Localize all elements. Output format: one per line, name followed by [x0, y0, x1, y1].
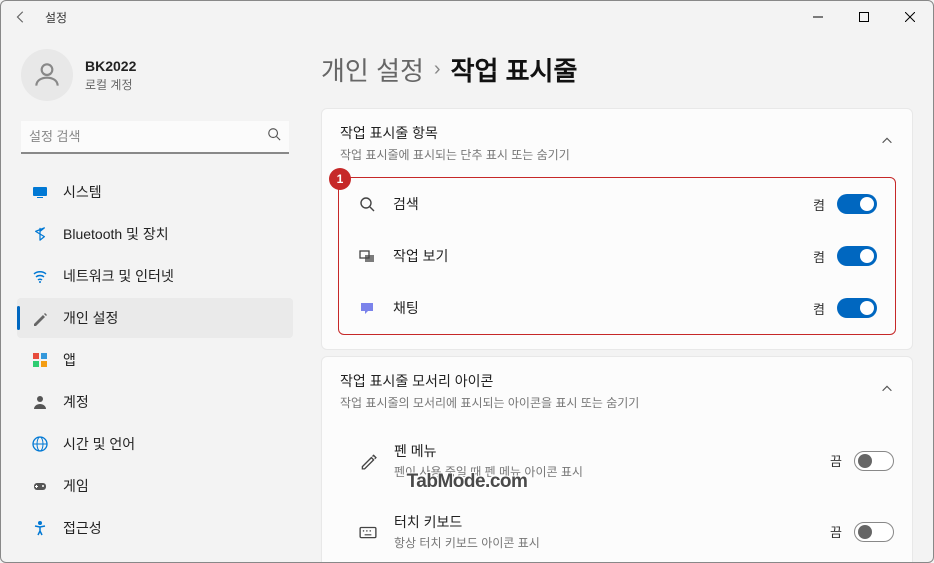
toggle-chat[interactable]: [837, 298, 877, 318]
setting-row-pen: 펜 메뉴 펜이 사용 중일 때 펜 메뉴 아이콘 표시 끔: [322, 425, 912, 496]
setting-label: 검색: [393, 194, 419, 214]
content: 개인 설정 › 작업 표시줄 작업 표시줄 항목 작업 표시줄에 표시되는 단추…: [301, 33, 933, 562]
setting-label: 작업 보기: [393, 246, 448, 266]
network-icon: [31, 267, 49, 285]
window-controls: [795, 1, 933, 33]
nav-item-system[interactable]: 시스템: [17, 172, 293, 212]
toggle-search[interactable]: [837, 194, 877, 214]
setting-label: 채팅: [393, 298, 419, 318]
profile-name: BK2022: [85, 58, 136, 74]
nav-label: Bluetooth 및 장치: [63, 224, 169, 244]
time-language-icon: [31, 435, 49, 453]
toggle-touch-keyboard[interactable]: [854, 522, 894, 542]
toggle-state-text: 켬: [813, 299, 825, 318]
app-title: 설정: [45, 9, 67, 26]
chevron-up-icon: [880, 382, 894, 401]
breadcrumb: 개인 설정 › 작업 표시줄: [321, 51, 913, 88]
nav-label: 시간 및 언어: [63, 434, 135, 454]
titlebar: 설정: [1, 1, 933, 33]
search-icon: [357, 194, 377, 214]
gaming-icon: [31, 477, 49, 495]
highlight-annotation: 1 검색 켬: [338, 177, 896, 335]
card-header-items[interactable]: 작업 표시줄 항목 작업 표시줄에 표시되는 단추 표시 또는 숨기기: [322, 109, 912, 177]
toggle-state-text: 켬: [813, 195, 825, 214]
search-box[interactable]: [21, 121, 289, 154]
back-button[interactable]: [9, 5, 33, 29]
card-title: 작업 표시줄 모서리 아이콘: [340, 371, 639, 391]
setting-label: 펜 메뉴: [394, 441, 583, 461]
toggle-state-text: 켬: [813, 247, 825, 266]
setting-label: 터치 키보드: [394, 512, 540, 532]
card-sub: 작업 표시줄에 표시되는 단추 표시 또는 숨기기: [340, 146, 570, 163]
nav-item-time-language[interactable]: 시간 및 언어: [17, 424, 293, 464]
nav-item-accessibility[interactable]: 접근성: [17, 508, 293, 548]
nav-item-bluetooth[interactable]: Bluetooth 및 장치: [17, 214, 293, 254]
pen-icon: [358, 451, 378, 471]
bluetooth-icon: [31, 225, 49, 243]
card-sub: 작업 표시줄의 모서리에 표시되는 아이콘을 표시 또는 숨기기: [340, 394, 639, 411]
card-header-corner[interactable]: 작업 표시줄 모서리 아이콘 작업 표시줄의 모서리에 표시되는 아이콘을 표시…: [322, 357, 912, 425]
task-view-icon: [357, 246, 377, 266]
setting-row-taskview: 작업 보기 켬: [339, 230, 895, 282]
setting-row-chat: 채팅 켬: [339, 282, 895, 334]
accounts-icon: [31, 393, 49, 411]
nav-label: 네트워크 및 인터넷: [63, 266, 174, 286]
nav-label: 앱: [63, 350, 76, 370]
nav-label: 개인 설정: [63, 308, 118, 328]
nav-list: 시스템 Bluetooth 및 장치 네트워크 및 인터넷 개인 설정: [17, 172, 293, 548]
breadcrumb-parent[interactable]: 개인 설정: [321, 51, 424, 88]
touch-keyboard-icon: [358, 522, 378, 542]
sidebar: BK2022 로컬 계정 시스템 Bluetooth 및 장: [1, 33, 301, 562]
nav-label: 접근성: [63, 518, 102, 538]
chat-icon: [357, 298, 377, 318]
nav-label: 시스템: [63, 182, 102, 202]
profile-sub: 로컬 계정: [85, 76, 136, 93]
accessibility-icon: [31, 519, 49, 537]
profile[interactable]: BK2022 로컬 계정: [17, 49, 293, 101]
avatar: [21, 49, 73, 101]
nav-label: 계정: [63, 392, 89, 412]
annotation-badge: 1: [329, 168, 351, 190]
setting-row-search: 검색 켬: [339, 178, 895, 230]
chevron-right-icon: ›: [434, 58, 441, 81]
page-title: 작업 표시줄: [451, 51, 578, 88]
setting-desc: 항상 터치 키보드 아이콘 표시: [394, 534, 540, 551]
maximize-button[interactable]: [841, 1, 887, 33]
nav-item-gaming[interactable]: 게임: [17, 466, 293, 506]
setting-row-touch-keyboard: 터치 키보드 항상 터치 키보드 아이콘 표시 끔: [322, 496, 912, 562]
nav-item-personalization[interactable]: 개인 설정: [17, 298, 293, 338]
nav-item-accounts[interactable]: 계정: [17, 382, 293, 422]
card-title: 작업 표시줄 항목: [340, 123, 570, 143]
nav-label: 게임: [63, 476, 89, 496]
apps-icon: [31, 351, 49, 369]
search-input[interactable]: [29, 129, 267, 144]
toggle-state-text: 끔: [830, 522, 842, 541]
nav-item-network[interactable]: 네트워크 및 인터넷: [17, 256, 293, 296]
personalization-icon: [31, 309, 49, 327]
search-icon[interactable]: [267, 127, 281, 146]
toggle-state-text: 끔: [830, 451, 842, 470]
close-button[interactable]: [887, 1, 933, 33]
toggle-taskview[interactable]: [837, 246, 877, 266]
corner-icons-card: 작업 표시줄 모서리 아이콘 작업 표시줄의 모서리에 표시되는 아이콘을 표시…: [321, 356, 913, 562]
setting-desc: 펜이 사용 중일 때 펜 메뉴 아이콘 표시: [394, 463, 583, 480]
system-icon: [31, 183, 49, 201]
minimize-button[interactable]: [795, 1, 841, 33]
nav-item-apps[interactable]: 앱: [17, 340, 293, 380]
taskbar-items-card: 작업 표시줄 항목 작업 표시줄에 표시되는 단추 표시 또는 숨기기 1 검색: [321, 108, 913, 350]
chevron-up-icon: [880, 134, 894, 153]
toggle-pen[interactable]: [854, 451, 894, 471]
